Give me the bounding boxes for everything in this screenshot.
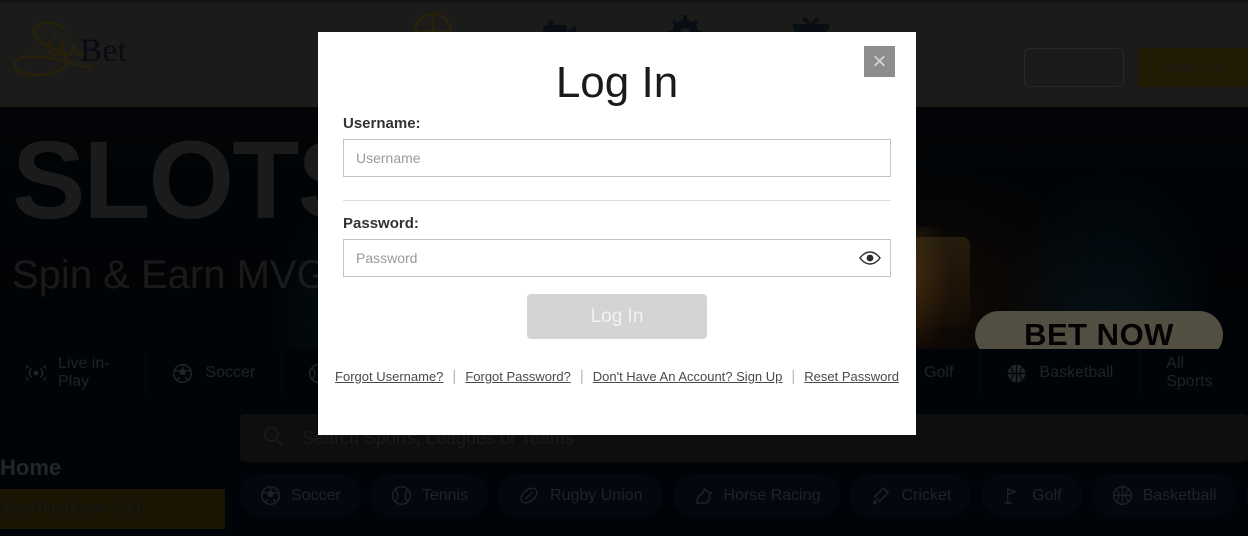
link-separator: | xyxy=(791,368,796,385)
forgot-username-link[interactable]: Forgot Username? xyxy=(335,369,443,384)
username-input[interactable] xyxy=(343,139,891,177)
sign-up-link[interactable]: Don't Have An Account? Sign Up xyxy=(593,369,783,384)
forgot-password-link[interactable]: Forgot Password? xyxy=(465,369,571,384)
link-separator: | xyxy=(579,368,584,385)
modal-links: Forgot Username? | Forgot Password? | Do… xyxy=(318,368,916,385)
form-divider xyxy=(343,200,891,201)
eye-icon[interactable] xyxy=(859,247,881,269)
password-input[interactable] xyxy=(343,239,891,277)
app-root: Bet xyxy=(0,0,1248,536)
reset-password-link[interactable]: Reset Password xyxy=(804,369,899,384)
password-label: Password: xyxy=(343,215,419,232)
modal-title: Log In xyxy=(555,58,679,107)
username-label: Username: xyxy=(343,115,421,132)
close-icon[interactable]: × xyxy=(864,46,895,77)
login-modal: Log In × Username: Password: Log In Forg… xyxy=(318,32,916,435)
login-submit-button[interactable]: Log In xyxy=(527,294,707,339)
link-separator: | xyxy=(452,368,457,385)
